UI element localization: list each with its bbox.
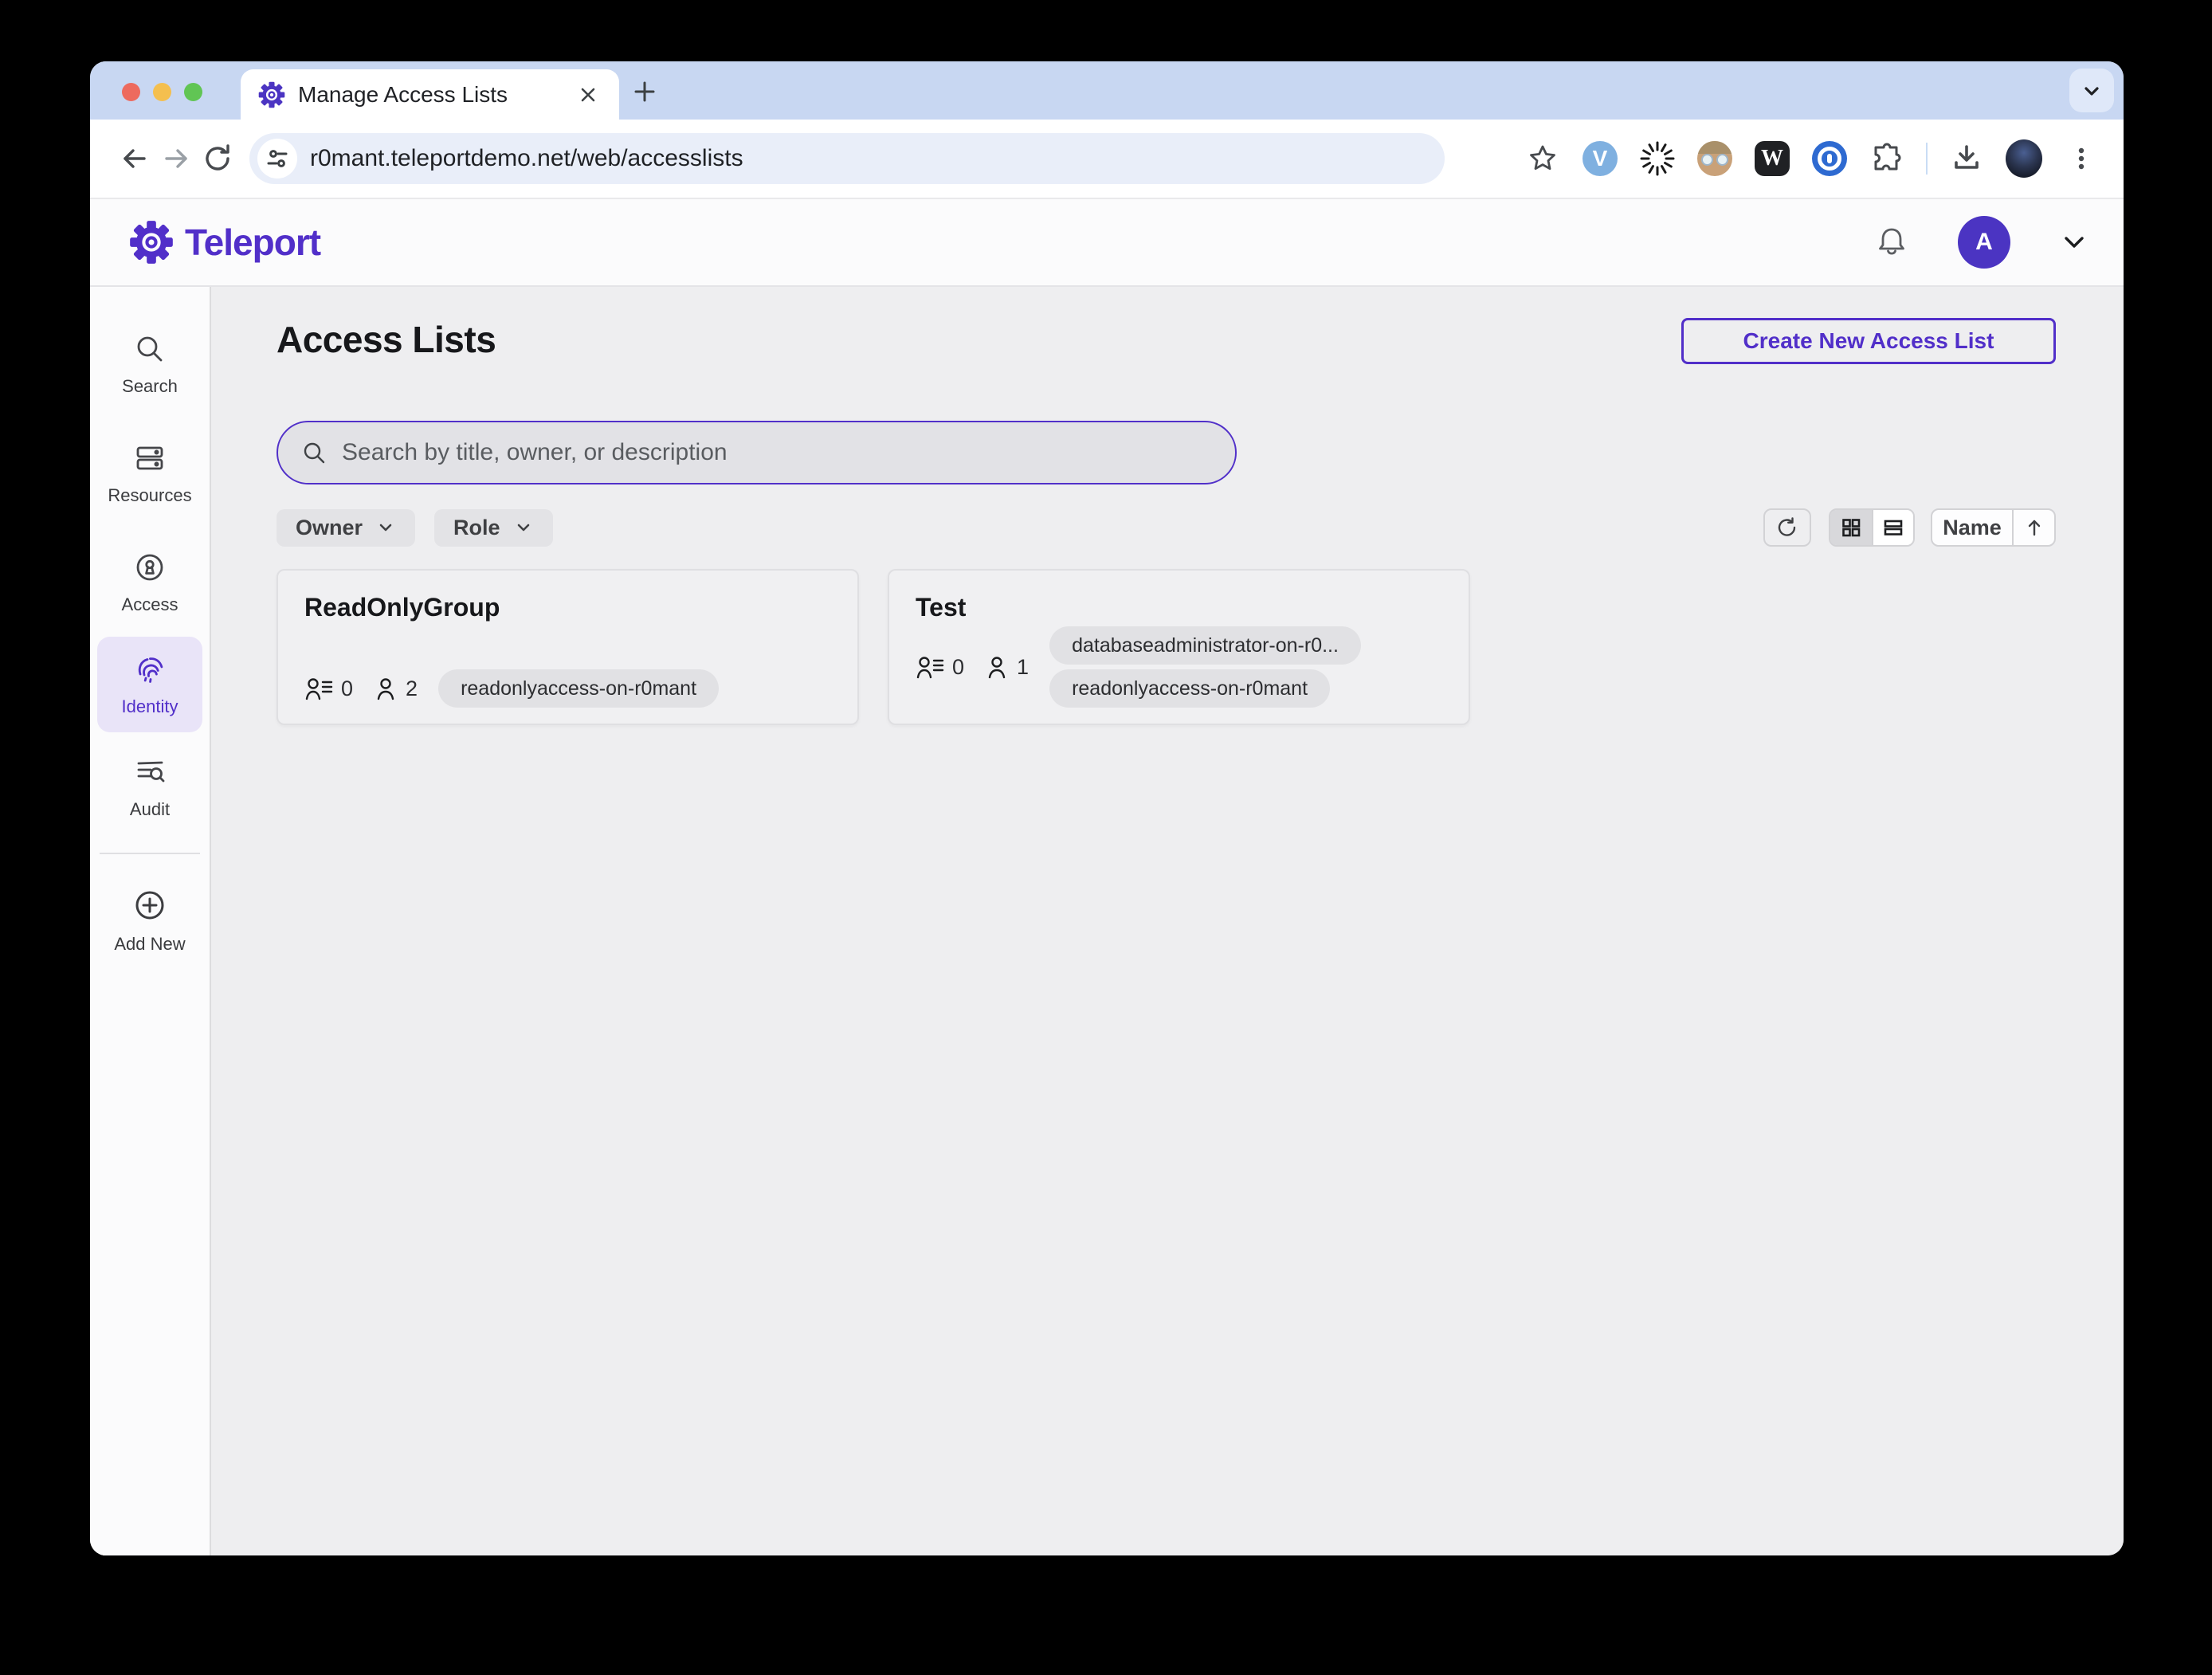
member-list-icon bbox=[304, 676, 333, 701]
create-access-list-button[interactable]: Create New Access List bbox=[1681, 318, 2056, 364]
zoom-window-button[interactable] bbox=[184, 83, 202, 101]
members-stat: 2 bbox=[374, 676, 418, 701]
sidebar-item-resources[interactable]: Resources bbox=[90, 418, 210, 528]
member-list-icon bbox=[916, 654, 944, 680]
nested-lists-stat: 0 bbox=[304, 676, 353, 701]
user-icon bbox=[374, 676, 398, 701]
layout-toggle bbox=[1829, 508, 1915, 547]
sidebar-item-search[interactable]: Search bbox=[90, 309, 210, 418]
user-icon bbox=[985, 654, 1009, 680]
teleport-app: Teleport A Search Resources Access Ident… bbox=[90, 199, 2124, 1555]
tab-title: Manage Access Lists bbox=[298, 81, 508, 107]
main-content: Access Lists Create New Access List Sear… bbox=[211, 287, 2124, 1555]
fingerprint-icon bbox=[132, 652, 167, 687]
browser-window: Manage Access Lists r0mant.teleportdemo.… bbox=[90, 61, 2124, 1555]
toolbar-right: V W bbox=[1524, 139, 2100, 178]
close-window-button[interactable] bbox=[122, 83, 140, 101]
sidebar-divider bbox=[100, 853, 200, 854]
audit-log-icon bbox=[132, 755, 167, 790]
sort-direction-button[interactable] bbox=[2012, 510, 2054, 545]
brand-name: Teleport bbox=[185, 222, 321, 263]
title-row: Access Lists Create New Access List bbox=[276, 318, 2056, 364]
filter-row: Owner Role Name bbox=[276, 508, 2056, 547]
browser-tab[interactable]: Manage Access Lists bbox=[241, 69, 619, 120]
browser-menu-icon[interactable] bbox=[2063, 140, 2100, 177]
teleport-gear-icon bbox=[129, 220, 174, 265]
search-input[interactable] bbox=[342, 439, 1213, 466]
vimium-extension-icon[interactable]: V bbox=[1582, 140, 1618, 177]
avatar-face-extension-icon[interactable] bbox=[1696, 140, 1733, 177]
teleport-logo[interactable]: Teleport bbox=[129, 220, 321, 265]
extensions-puzzle-icon[interactable] bbox=[1869, 140, 1905, 177]
access-list-cards: ReadOnlyGroup 0 2 readonlyaccess-on-r0ma… bbox=[276, 569, 2056, 725]
role-pills: databaseadministrator-on-r0... readonlya… bbox=[1049, 626, 1361, 708]
user-avatar[interactable]: A bbox=[1958, 216, 2010, 269]
list-view-button[interactable] bbox=[1872, 510, 1913, 545]
spinner-extension-icon[interactable] bbox=[1639, 140, 1676, 177]
access-list-title: ReadOnlyGroup bbox=[304, 593, 500, 622]
role-filter-dropdown[interactable]: Role bbox=[434, 508, 553, 547]
card-footer: 0 1 databaseadministrator-on-r0... reado… bbox=[916, 626, 1442, 708]
wikipedia-extension-icon[interactable]: W bbox=[1754, 140, 1790, 177]
app-body: Search Resources Access Identity Audit A… bbox=[90, 287, 2124, 1555]
sidebar-item-access[interactable]: Access bbox=[90, 528, 210, 637]
chevron-down-icon bbox=[513, 517, 534, 538]
search-bar[interactable] bbox=[276, 421, 1237, 484]
sidebar-item-audit[interactable]: Audit bbox=[90, 732, 210, 841]
sidebar-item-identity[interactable]: Identity bbox=[97, 637, 202, 732]
url-text[interactable]: r0mant.teleportdemo.net/web/accesslists bbox=[310, 145, 743, 172]
role-pill: databaseadministrator-on-r0... bbox=[1049, 626, 1361, 665]
sort-by-name-button[interactable]: Name bbox=[1932, 510, 2012, 545]
refresh-button[interactable] bbox=[1763, 508, 1811, 547]
downloads-icon[interactable] bbox=[1948, 140, 1985, 177]
view-controls: Name bbox=[1763, 508, 2056, 547]
sidebar-item-add-new[interactable]: Add New bbox=[90, 865, 210, 975]
grid-view-button[interactable] bbox=[1830, 510, 1872, 545]
access-list-card[interactable]: ReadOnlyGroup 0 2 readonlyaccess-on-r0ma… bbox=[276, 569, 859, 725]
page-title: Access Lists bbox=[276, 319, 496, 360]
forward-icon[interactable] bbox=[155, 138, 197, 179]
access-list-title: Test bbox=[916, 593, 967, 622]
profile-avatar-image[interactable] bbox=[2006, 139, 2042, 178]
card-footer: 0 2 readonlyaccess-on-r0mant bbox=[304, 669, 831, 708]
plus-circle-icon bbox=[131, 886, 169, 924]
notifications-bell-icon[interactable] bbox=[1873, 224, 1910, 261]
nested-lists-stat: 0 bbox=[916, 654, 964, 680]
site-settings-icon[interactable] bbox=[257, 139, 297, 178]
members-stat: 1 bbox=[985, 654, 1029, 680]
screen: Manage Access Lists r0mant.teleportdemo.… bbox=[0, 0, 2212, 1675]
keyhole-icon bbox=[132, 550, 167, 585]
search-icon bbox=[132, 331, 167, 367]
traffic-lights bbox=[122, 83, 202, 101]
user-menu-chevron-icon[interactable] bbox=[2058, 226, 2090, 258]
url-bar[interactable]: r0mant.teleportdemo.net/web/accesslists bbox=[249, 133, 1445, 184]
owner-filter-dropdown[interactable]: Owner bbox=[276, 508, 416, 547]
back-icon[interactable] bbox=[114, 138, 155, 179]
tab-strip: Manage Access Lists bbox=[90, 61, 2124, 120]
reload-icon[interactable] bbox=[197, 138, 238, 179]
role-pills: readonlyaccess-on-r0mant bbox=[438, 669, 720, 708]
chevron-down-icon bbox=[375, 517, 396, 538]
search-input-icon bbox=[300, 439, 327, 466]
bookmark-star-icon[interactable] bbox=[1524, 140, 1561, 177]
role-pill: readonlyaccess-on-r0mant bbox=[1049, 669, 1331, 708]
servers-icon bbox=[132, 441, 167, 476]
sort-control: Name bbox=[1931, 508, 2056, 547]
sidebar: Search Resources Access Identity Audit A… bbox=[90, 287, 211, 1555]
access-list-card[interactable]: Test 0 1 databaseadministrator-on-r0... … bbox=[888, 569, 1470, 725]
role-pill: readonlyaccess-on-r0mant bbox=[438, 669, 720, 708]
minimize-window-button[interactable] bbox=[153, 83, 171, 101]
app-header: Teleport A bbox=[90, 199, 2124, 287]
browser-toolbar: r0mant.teleportdemo.net/web/accesslists … bbox=[90, 120, 2124, 199]
tab-search-chevron-button[interactable] bbox=[2069, 69, 2114, 112]
toolbar-separator bbox=[1926, 143, 1928, 175]
header-right: A bbox=[1873, 216, 2090, 269]
tab-close-icon[interactable] bbox=[575, 81, 602, 108]
onepassword-extension-icon[interactable] bbox=[1811, 140, 1848, 177]
new-tab-button[interactable] bbox=[629, 76, 661, 108]
teleport-favicon-icon bbox=[258, 81, 285, 108]
